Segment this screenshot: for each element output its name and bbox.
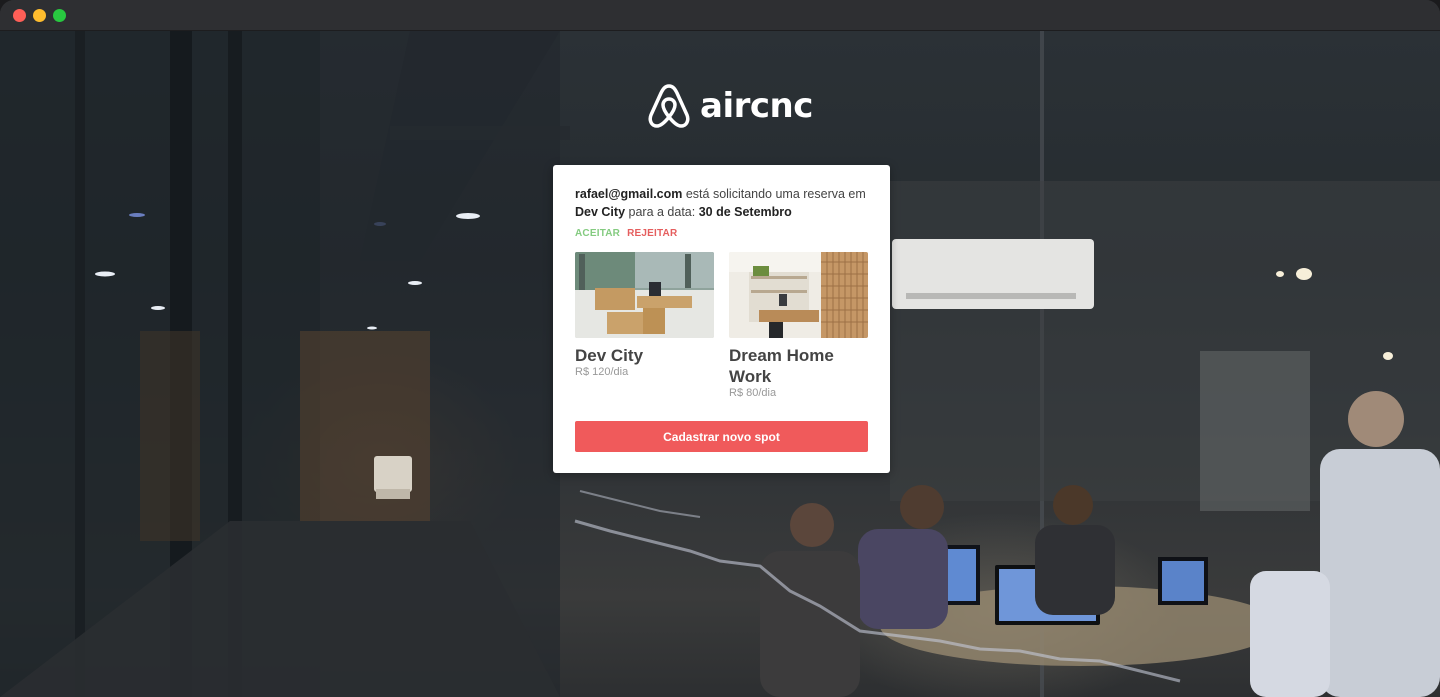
window-titlebar: [0, 0, 1440, 31]
aircnc-logo: aircnc: [646, 82, 813, 130]
request-email: rafael@gmail.com: [575, 187, 683, 201]
spot-name: Dream Home Work: [729, 346, 834, 386]
spot-thumbnail: [729, 252, 868, 338]
spot-card[interactable]: Dream Home Work R$ 80/dia: [729, 252, 868, 400]
spot-card[interactable]: Dev City R$ 120/dia: [575, 252, 714, 379]
request-text-1: está solicitando uma reserva em: [682, 187, 866, 201]
logo-text: aircnc: [700, 86, 813, 126]
airbnb-belo-icon: [648, 84, 690, 128]
close-window-button[interactable]: [13, 9, 26, 22]
request-date: 30 de Setembro: [698, 204, 792, 219]
spot-name: Dev City: [575, 346, 644, 365]
accept-button[interactable]: ACEITAR: [575, 228, 620, 239]
reject-button[interactable]: REJEITAR: [627, 228, 677, 239]
spot-thumbnail: [575, 252, 714, 338]
new-spot-button[interactable]: Cadastrar novo spot: [575, 421, 868, 452]
minimize-window-button[interactable]: [33, 9, 46, 22]
request-spot: Dev City: [575, 204, 626, 219]
dashboard-card: rafael@gmail.com está solicitando uma re…: [553, 165, 890, 473]
browser-window: aircnc rafael@gmail.com está solicitando…: [0, 0, 1440, 697]
spot-price: R$ 80/dia: [729, 387, 777, 399]
booking-request-message: rafael@gmail.com está solicitando uma re…: [575, 186, 871, 221]
maximize-window-button[interactable]: [53, 9, 66, 22]
spot-price: R$ 120/dia: [575, 366, 629, 378]
request-actions: ACEITAR REJEITAR: [575, 228, 677, 239]
request-text-2: para a data:: [625, 204, 699, 219]
